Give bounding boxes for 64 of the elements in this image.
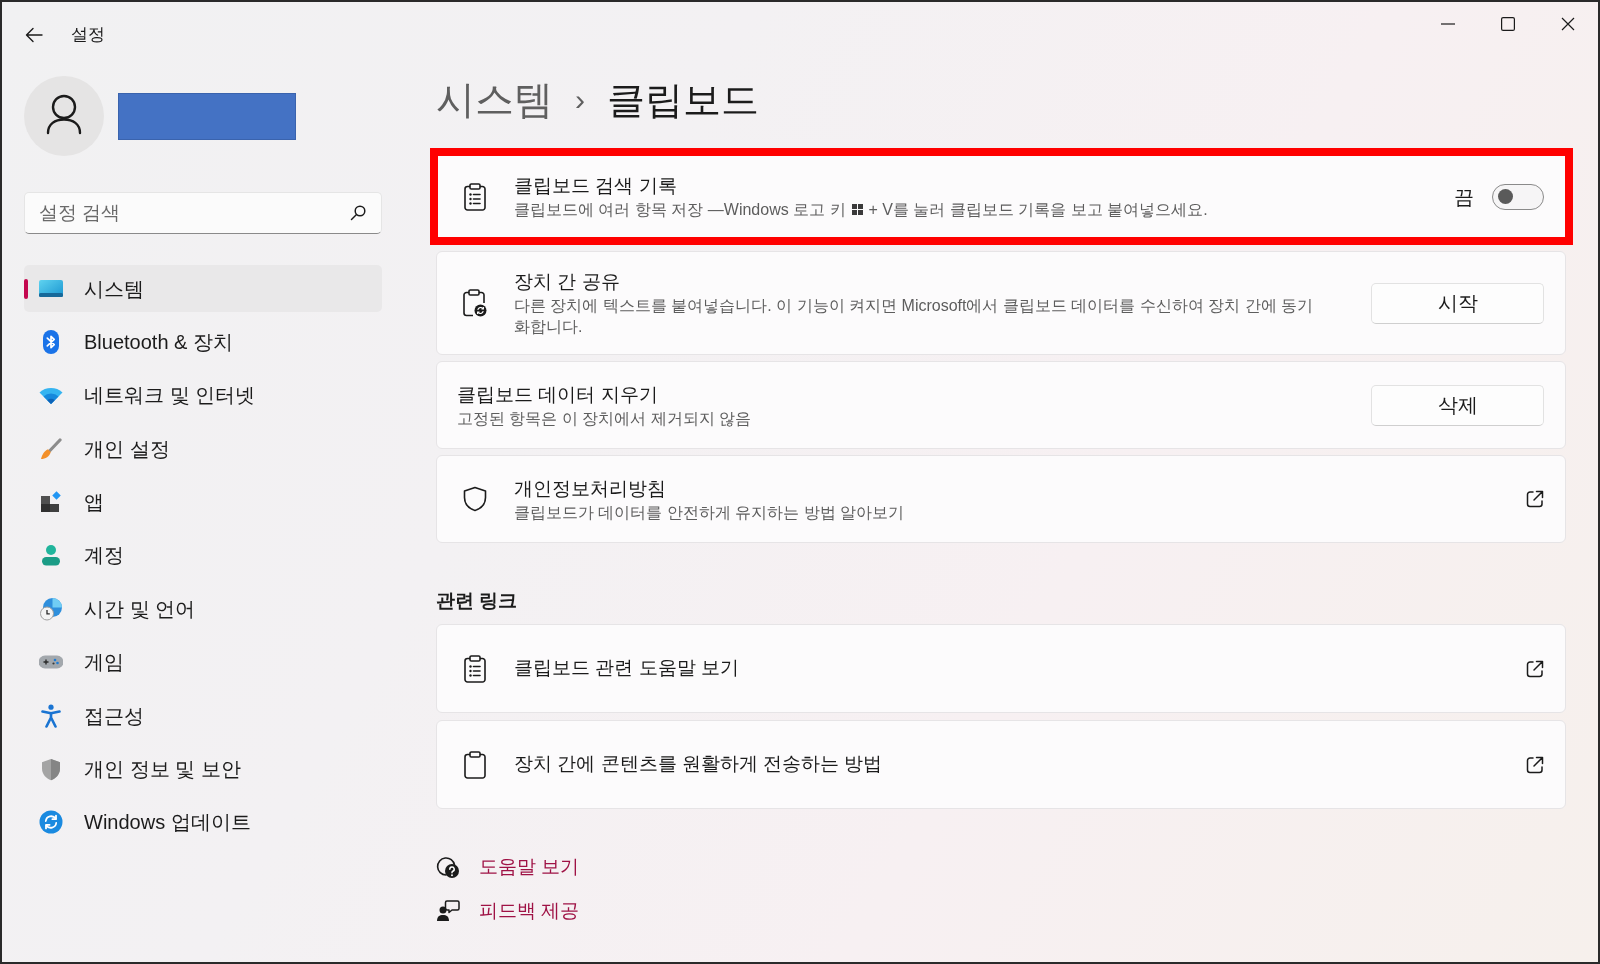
nav-item[interactable]: Bluetooth & 장치: [24, 318, 382, 366]
feedback-person-icon: [436, 899, 460, 923]
breadcrumb-separator: ›: [575, 82, 585, 118]
paintbrush-icon: [40, 437, 62, 460]
clipboard-sync-icon: [463, 289, 487, 317]
setting-description: 고정된 항목은 이 장치에서 제거되지 않음: [457, 408, 752, 429]
external-link-icon: [1526, 659, 1544, 678]
nav-item[interactable]: 시스템: [24, 265, 382, 312]
gamepad-icon: [39, 654, 63, 671]
person-icon: [40, 544, 62, 567]
nav-item[interactable]: 개인 설정: [24, 425, 382, 473]
accessibility-icon: [41, 703, 61, 728]
monitor-icon: [39, 280, 63, 297]
nav-item[interactable]: 개인 정보 및 보안: [24, 745, 382, 793]
setting-button[interactable]: 시작: [1371, 282, 1544, 324]
setting-title: 개인정보처리방침: [514, 476, 666, 501]
nav-item[interactable]: 시간 및 언어: [24, 585, 382, 633]
setting-title: 장치 간 공유: [514, 270, 620, 294]
nav-item[interactable]: 게임: [24, 638, 382, 686]
setting-title: 클립보드 데이터 지우기: [457, 382, 658, 407]
breadcrumb-parent[interactable]: 시스템: [436, 76, 553, 124]
setting-description: 클립보드가 데이터를 안전하게 유지하는 방법 알아보기: [514, 502, 905, 523]
link-card[interactable]: 클립보드 관련 도움말 보기: [436, 624, 1566, 713]
help-question-icon: [436, 855, 460, 879]
nav-item[interactable]: 계정: [24, 531, 382, 579]
setting-description: + V를 눌러 클립보드 기록을 보고 붙여넣으세요.: [868, 200, 1208, 220]
section-heading: 관련 링크: [436, 588, 518, 613]
toggle-state-label: 끔: [1454, 184, 1474, 210]
setting-description: 다른 장치에 텍스트를 붙여넣습니다. 이 기능이 켜지면 Microsoft에서 클립보드 데이터를 수신하여 장치 간에 동기화합니다.: [514, 296, 1315, 337]
external-link-icon: [1526, 755, 1544, 774]
globe-clock-icon: [39, 596, 63, 621]
nav-item[interactable]: 앱: [24, 478, 382, 526]
window-title: 설정: [71, 24, 105, 47]
nav-item[interactable]: 접근성: [24, 692, 382, 740]
clipboard-list-icon: [464, 654, 486, 683]
clipboard-list-icon: [464, 182, 486, 211]
link-card[interactable]: 장치 간에 콘텐츠를 원활하게 전송하는 방법: [436, 720, 1566, 809]
toggle-switch[interactable]: [1492, 183, 1544, 210]
wifi-icon: [39, 386, 63, 404]
footer-link[interactable]: 도움말 보기: [436, 847, 580, 887]
selection-indicator: [24, 279, 28, 299]
refresh-icon: [39, 810, 63, 835]
maximize-icon: [1501, 17, 1515, 31]
close-icon: [1561, 17, 1575, 31]
shield-icon: [463, 486, 487, 512]
page-title: 클립보드: [607, 78, 759, 123]
apps-grid-icon: [40, 491, 62, 514]
setting-button[interactable]: 삭제: [1371, 384, 1544, 426]
shield-icon: [41, 757, 61, 781]
external-link-icon: [1526, 490, 1544, 508]
windows-logo-icon: [851, 204, 863, 215]
setting-description: 클립보드에 여러 항목 저장 —Windows 로고 키: [514, 200, 846, 220]
search-field[interactable]: 설정 검색: [24, 192, 382, 234]
back-arrow-icon: [25, 27, 43, 43]
nav-item[interactable]: Windows 업데이트: [24, 798, 382, 846]
person-avatar-icon: [24, 76, 104, 156]
search-icon: [350, 205, 366, 221]
clipboard-icon: [464, 750, 486, 779]
footer-link[interactable]: 피드백 제공: [436, 891, 580, 931]
setting-title: 클립보드 검색 기록: [514, 174, 677, 198]
bluetooth-icon: [43, 329, 59, 354]
minimize-icon: [1441, 23, 1455, 25]
nav-item[interactable]: 네트워크 및 인터넷: [24, 371, 382, 419]
setting-card[interactable]: 개인정보처리방침 클립보드가 데이터를 안전하게 유지하는 방법 알아보기: [436, 455, 1566, 543]
